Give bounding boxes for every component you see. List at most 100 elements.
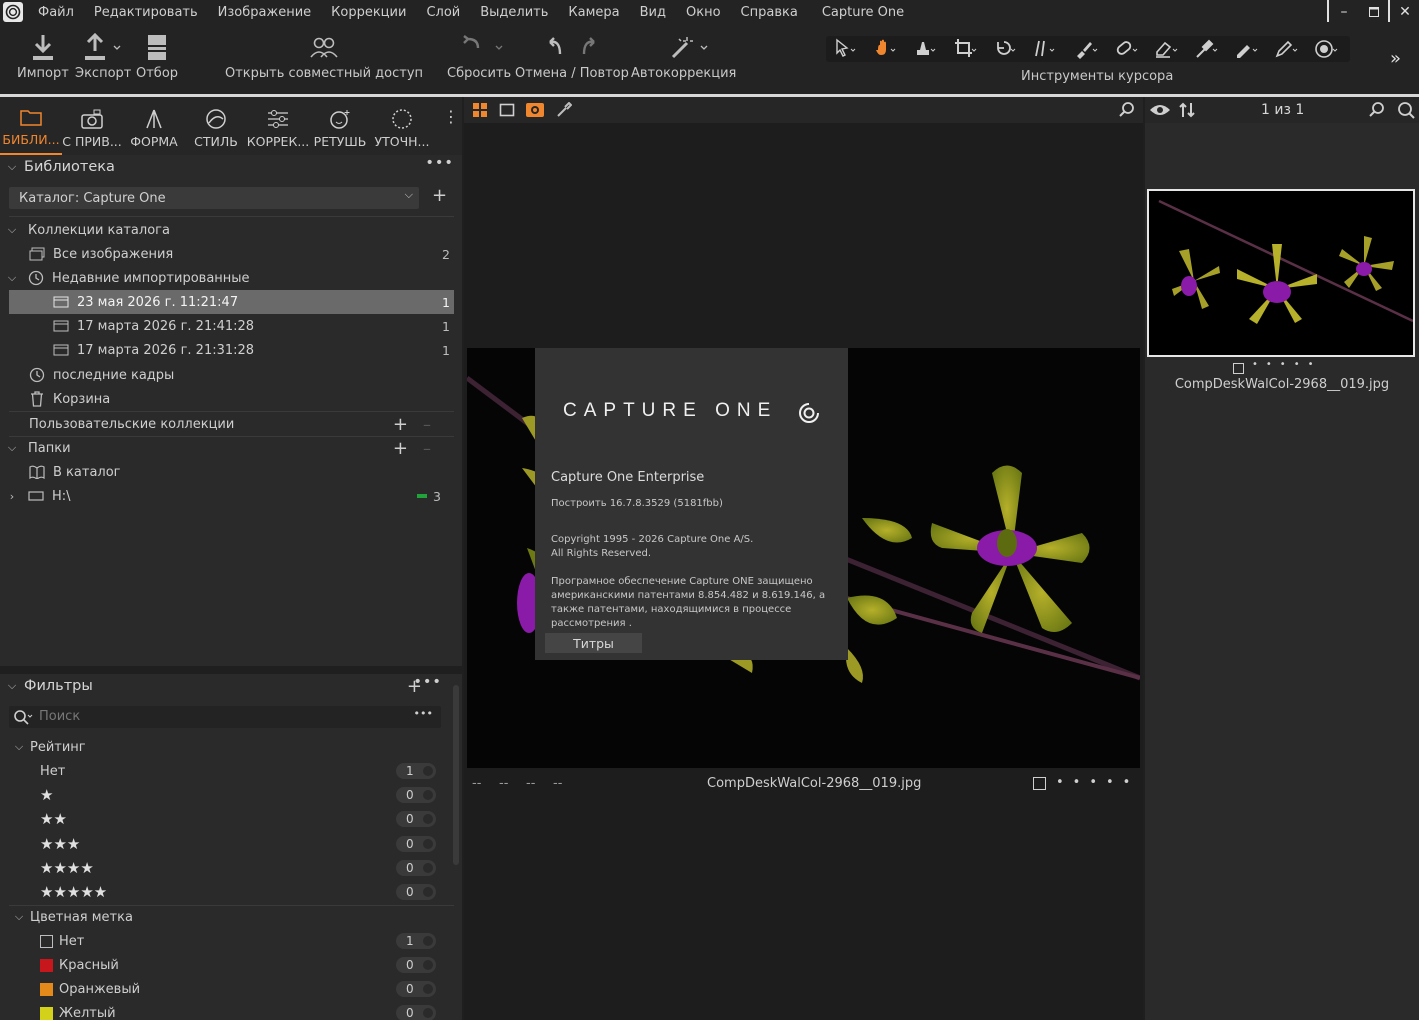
count-toggle[interactable]: 0 (396, 787, 436, 803)
single-view-icon[interactable] (499, 102, 515, 118)
menu-view[interactable]: Вид (630, 5, 676, 20)
color-tool-icon[interactable] (1314, 38, 1338, 60)
color-tag-filter-header[interactable]: ⌵ Цветная метка (0, 905, 445, 929)
count-toggle[interactable]: 0 (396, 884, 436, 900)
tab-library[interactable]: БИБЛИ... (0, 97, 62, 155)
brush-tool-icon[interactable] (1074, 38, 1098, 60)
maximize-icon[interactable] (1360, 0, 1388, 24)
drive-item[interactable]: › H:\ 3 (0, 484, 445, 508)
all-images-item[interactable]: Все изображения 2 (9, 242, 454, 266)
menu-layer[interactable]: Слой (416, 5, 470, 20)
trash-item[interactable]: Корзина (9, 387, 454, 411)
user-collections-header[interactable]: Пользовательские коллекции + – (0, 412, 445, 436)
keystone-tool-icon[interactable] (1034, 38, 1058, 60)
chevron-down-icon[interactable]: ⌵ (0, 271, 24, 285)
menu-window[interactable]: Окно (676, 5, 731, 20)
sort-icon[interactable] (1178, 101, 1196, 119)
count-toggle[interactable]: 1 (396, 933, 436, 949)
tab-adjustments[interactable]: КОРРЕК... (247, 97, 309, 155)
rating-row[interactable]: ★★★★★ 0 (9, 880, 454, 904)
star-rating-dots[interactable]: ••••• (1056, 775, 1139, 790)
zoom-icon[interactable] (1368, 101, 1386, 119)
menu-help[interactable]: Справка (731, 5, 808, 20)
more-options-icon[interactable]: ••• (413, 674, 442, 690)
in-catalog-item[interactable]: В каталог (9, 460, 454, 484)
count-toggle[interactable]: 0 (396, 811, 436, 827)
color-tag-row[interactable]: Красный 0 (9, 953, 454, 977)
minimize-icon[interactable]: – (1330, 0, 1358, 24)
export-button[interactable]: Экспорт (75, 30, 131, 81)
remove-icon[interactable]: – (423, 439, 431, 458)
chevron-down-icon[interactable]: ⌵ (0, 223, 24, 237)
color-tag-box[interactable] (1033, 777, 1046, 790)
add-icon[interactable]: + (393, 414, 408, 435)
auto-adjust-button[interactable]: Автокоррекция (631, 30, 736, 81)
more-tabs-icon[interactable]: ⋮ (443, 109, 459, 125)
proof-view-icon[interactable] (525, 102, 545, 118)
rating-row[interactable]: ★★ 0 (9, 807, 454, 831)
undo-icon[interactable] (544, 33, 564, 63)
filters-header[interactable]: ⌵ Фильтры + ••• (0, 673, 462, 699)
rating-filter-header[interactable]: ⌵ Рейтинг (0, 735, 445, 759)
import-item[interactable]: 23 мая 2026 г. 11:21:47 1 (9, 290, 454, 314)
menu-select[interactable]: Выделить (470, 5, 558, 20)
close-icon[interactable]: ✕ (1391, 0, 1419, 24)
tab-retouch[interactable]: РЕТУШЬ (309, 97, 371, 155)
credits-button[interactable]: Титры (545, 633, 642, 653)
catalog-select[interactable]: Каталог: Capture One ⌵ (9, 187, 419, 209)
more-options-icon[interactable]: ••• (425, 155, 454, 171)
stamp-tool-icon[interactable] (914, 38, 938, 60)
select-button[interactable]: Отбор (136, 30, 178, 81)
rating-row[interactable]: ★ 0 (9, 783, 454, 807)
chevron-down-icon[interactable]: ⌵ (0, 160, 24, 174)
redo-icon[interactable] (580, 33, 600, 63)
picker-tool-icon[interactable] (1194, 38, 1218, 60)
recent-imports-item[interactable]: ⌵ Недавние импортированные (0, 266, 445, 290)
search-options-icon[interactable]: ••• (414, 707, 433, 720)
menu-file[interactable]: Файл (28, 5, 84, 20)
menu-edit[interactable]: Редактировать (84, 5, 208, 20)
menu-camera[interactable]: Камера (558, 5, 629, 20)
add-icon[interactable]: + (393, 438, 408, 459)
chevron-down-icon[interactable]: ⌵ (0, 679, 24, 693)
capture-one-logo-icon[interactable] (3, 2, 23, 22)
tab-capture[interactable]: С ПРИВ... (61, 97, 123, 155)
folders-header[interactable]: ⌵ Папки + – (0, 436, 445, 460)
reset-button[interactable]: Сбросить (447, 30, 511, 81)
eraser-tool-icon[interactable] (1154, 38, 1178, 60)
gradient-tool-icon[interactable] (1234, 38, 1258, 60)
search-icon[interactable] (1397, 101, 1415, 119)
import-item[interactable]: 17 марта 2026 г. 21:31:28 1 (9, 338, 454, 362)
library-header[interactable]: ⌵ Библиотека ••• (0, 154, 462, 180)
count-toggle[interactable]: 0 (396, 860, 436, 876)
chevron-right-icon[interactable]: › (0, 490, 24, 503)
recent-captures-item[interactable]: последние кадры (9, 363, 454, 387)
menu-adjustments[interactable]: Коррекции (321, 5, 416, 20)
count-toggle[interactable]: 0 (396, 836, 436, 852)
heal-tool-icon[interactable] (1114, 38, 1138, 60)
color-tag-row[interactable]: Желтый 0 (9, 1001, 454, 1020)
select-cursor-icon[interactable] (834, 38, 858, 60)
import-button[interactable]: Импорт (17, 30, 69, 81)
remove-icon[interactable]: – (423, 415, 431, 434)
thumbnail[interactable] (1147, 189, 1415, 357)
rating-row[interactable]: Нет 1 (9, 759, 454, 783)
menu-image[interactable]: Изображение (208, 5, 321, 20)
count-toggle[interactable]: 0 (396, 981, 436, 997)
import-item[interactable]: 17 марта 2026 г. 21:41:28 1 (9, 314, 454, 338)
eye-icon[interactable] (1149, 102, 1171, 118)
color-tag-row[interactable]: Нет 1 (9, 929, 454, 953)
more-tools-icon[interactable]: » (1390, 48, 1401, 69)
tab-style[interactable]: СТИЛЬ (185, 97, 247, 155)
zoom-icon[interactable] (1118, 101, 1136, 119)
thumb-color-tag-box[interactable] (1233, 363, 1244, 374)
hand-tool-icon[interactable] (874, 38, 898, 60)
tab-shape[interactable]: ФОРМА (123, 97, 185, 155)
count-toggle[interactable]: 0 (396, 1005, 436, 1020)
eyedropper-icon[interactable] (556, 102, 572, 118)
grid-view-icon[interactable] (472, 102, 488, 118)
thumb-star-dots[interactable]: ••••• (1252, 359, 1322, 370)
color-tag-row[interactable]: Оранжевый 0 (9, 977, 454, 1001)
chevron-down-icon[interactable]: ⌵ (0, 441, 24, 455)
add-catalog-icon[interactable]: + (432, 185, 447, 206)
